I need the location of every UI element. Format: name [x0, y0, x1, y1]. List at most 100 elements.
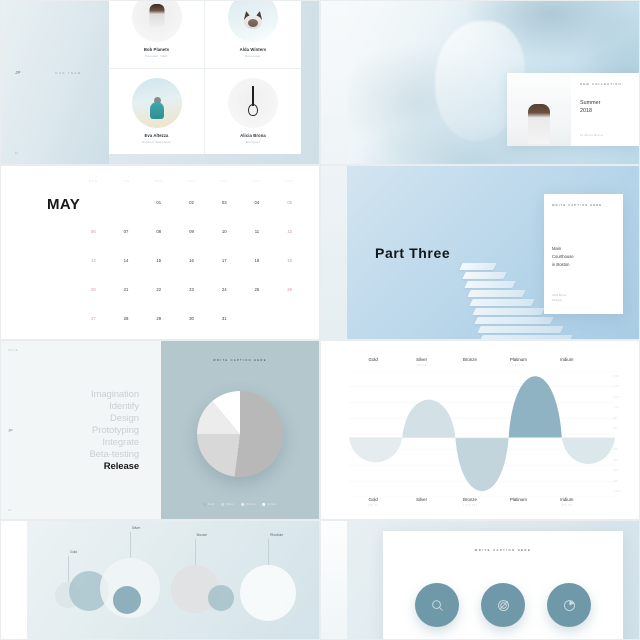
team-member-grid: Bob Planets Founder, CEO Alda Winters De… [109, 1, 301, 155]
process-step-integrate[interactable]: Integrate [102, 437, 139, 448]
page-number: 11 [15, 151, 19, 155]
y-axis-tick-label: -400 [613, 458, 618, 462]
icon-circle-search[interactable] [415, 583, 459, 627]
calendar-day-cell[interactable]: 22 [142, 275, 175, 304]
icon-card: WRITE CAPTION HERE [383, 531, 623, 639]
calendar-day-cell[interactable]: 13 [77, 246, 110, 275]
calendar-day-cell[interactable]: 16 [175, 246, 208, 275]
calendar-day-cell[interactable]: 01 [142, 188, 175, 217]
slide-calendar[interactable]: STYLE JP 13 MAY MONTUEWEDTHUFRISATSUN··0… [0, 165, 320, 340]
calendar-day-cell[interactable]: 18 [241, 246, 274, 275]
icon-circle-pie[interactable] [547, 583, 591, 627]
slide-rail [1, 166, 27, 339]
team-member-card[interactable]: Eva Altezza Support Specialist [109, 68, 205, 154]
process-step-design[interactable]: Design [110, 413, 139, 424]
team-member-card[interactable]: Alicia Brona Designer [205, 69, 301, 155]
chart-category-label: Silver [416, 357, 428, 362]
slide-deck-grid: JP OUR TEAM 11 Bob Planets Founder, CEO [0, 0, 640, 640]
wave-area-plot[interactable] [349, 370, 615, 498]
caption-card[interactable]: WRITE CAPTION HERE Main Courthouse in Bo… [544, 194, 623, 314]
team-member-card[interactable]: Alda Winters Developer [205, 1, 301, 69]
bubble-plot[interactable]: Gold Silver Bronze Rhodium [27, 521, 319, 639]
author-role: Designer [552, 298, 563, 302]
slide-icon-circles[interactable]: STYLE JP WRITE CAPTION HERE [320, 520, 640, 640]
calendar-day-cell[interactable]: 11 [241, 217, 274, 246]
calendar-day-cell[interactable]: 20 [77, 275, 110, 304]
member-name: Eva Altezza [144, 133, 169, 139]
calendar-day-cell[interactable]: 06 [77, 217, 110, 246]
legend-label: Gold [208, 503, 215, 506]
slide-part-three[interactable]: STYLE JP 15 Part Three WRITE CAPTION HER… [320, 165, 640, 340]
legend-item: Gold [203, 503, 214, 506]
slide-bubble-chart[interactable]: STYLE JP GoldSilverBronzeRhodium [0, 520, 320, 640]
y-axis-tick-label: 0 [613, 437, 615, 441]
calendar-day-cell[interactable]: 27 [77, 304, 110, 333]
chart-header-labels: Gold Silver 152.48 Bronze Platinum 1 872.96 Ir… [349, 357, 591, 367]
search-icon [431, 599, 443, 611]
calendar-day-cell[interactable]: 03 [208, 188, 241, 217]
bubble-marker[interactable] [240, 565, 297, 621]
calendar-day-cell[interactable]: 21 [110, 275, 143, 304]
team-member-card[interactable]: Bob Planets Founder, CEO [109, 1, 205, 69]
calendar-day-cell[interactable]: 28 [110, 304, 143, 333]
bubble-label: Gold [70, 550, 78, 555]
steps-container: Imagination Identify Design Prototyping Inte… [90, 389, 140, 472]
process-step-beta-testing[interactable]: Beta-testing [90, 449, 140, 460]
calendar-day-cell[interactable]: 19 [273, 246, 306, 275]
slide-rail [1, 521, 27, 639]
calendar-dow-label: MON [88, 179, 98, 183]
calendar-day-cell[interactable]: 30 [175, 304, 208, 333]
calendar-dow-label: WED [154, 179, 164, 183]
process-step-imagination[interactable]: Imagination [91, 389, 139, 400]
calendar-day-cell[interactable]: 05 [273, 188, 306, 217]
section-title: Part Three [375, 244, 451, 261]
calendar-day-cell[interactable]: 31 [208, 304, 241, 333]
calendar-day-cell[interactable]: 07 [110, 217, 143, 246]
calendar-day-cell[interactable]: 08 [142, 217, 175, 246]
wave-segment[interactable] [349, 437, 403, 463]
collection-card[interactable]: NEW COLLECTION Summer 2018 by Alicia Bro… [507, 73, 639, 146]
bubble-leader-line [129, 532, 131, 559]
calendar-empty-cell: · [77, 188, 110, 217]
chart-category-value: 152.48 [416, 364, 427, 367]
calendar-day-cell[interactable]: 17 [208, 246, 241, 275]
calendar-day-cell[interactable]: 14 [110, 246, 143, 275]
legend-swatch [221, 503, 225, 506]
cat-portrait-photo [228, 1, 278, 43]
bubble-marker[interactable] [208, 584, 235, 611]
calendar-day-cell[interactable]: 09 [175, 217, 208, 246]
calendar-day-cell[interactable]: 25 [241, 275, 274, 304]
process-step-identify[interactable]: Identify [109, 401, 139, 412]
calendar-day-cell[interactable]: 26 [273, 275, 306, 304]
member-name: Bob Planets [143, 47, 170, 53]
calendar-day-cell[interactable]: 02 [175, 188, 208, 217]
wave-segment[interactable] [508, 376, 562, 438]
wave-segment[interactable] [455, 437, 509, 492]
slide-wave-chart[interactable]: STYLE JP 17 GoldSilver152.48BronzePlatin… [320, 340, 640, 520]
chart-category-value: 1 046.291 [462, 504, 478, 507]
calendar-grid[interactable]: MONTUEWEDTHUFRISATSUN··01020304050607080… [77, 174, 306, 333]
bubble-marker[interactable] [112, 586, 141, 615]
building-slat [464, 281, 516, 288]
card-kicker: WRITE CAPTION HERE [552, 204, 603, 207]
calendar-day-cell[interactable]: 12 [273, 217, 306, 246]
calendar-day-cell[interactable]: 04 [241, 188, 274, 217]
bubble-leader-line [194, 539, 196, 566]
wave-segment[interactable] [402, 399, 456, 438]
slide-team[interactable]: JP OUR TEAM 11 Bob Planets Founder, CEO [0, 0, 320, 165]
chart-kicker: WRITE CAPTION HERE [213, 359, 267, 362]
calendar-day-cell[interactable]: 10 [208, 217, 241, 246]
calendar-day-cell[interactable]: 15 [142, 246, 175, 275]
pie-chart[interactable] [197, 390, 283, 477]
calendar-day-cell[interactable]: 24 [208, 275, 241, 304]
slide-new-collection[interactable]: JP 12 NEW COLLECTION Summer 2018 by Alic… [320, 0, 640, 165]
slide-process-pie[interactable]: STYLE JP 16 Imagination Identify Design Pro… [0, 340, 320, 520]
process-step-release[interactable]: Release [104, 461, 139, 472]
calendar-day-cell[interactable]: 23 [175, 275, 208, 304]
icon-circle-target[interactable] [481, 583, 525, 627]
process-step-prototyping[interactable]: Prototyping [92, 425, 139, 436]
cat-figure [242, 10, 264, 29]
wave-segment[interactable] [561, 437, 615, 464]
calendar-dow-label: SUN [285, 179, 294, 183]
calendar-day-cell[interactable]: 29 [142, 304, 175, 333]
